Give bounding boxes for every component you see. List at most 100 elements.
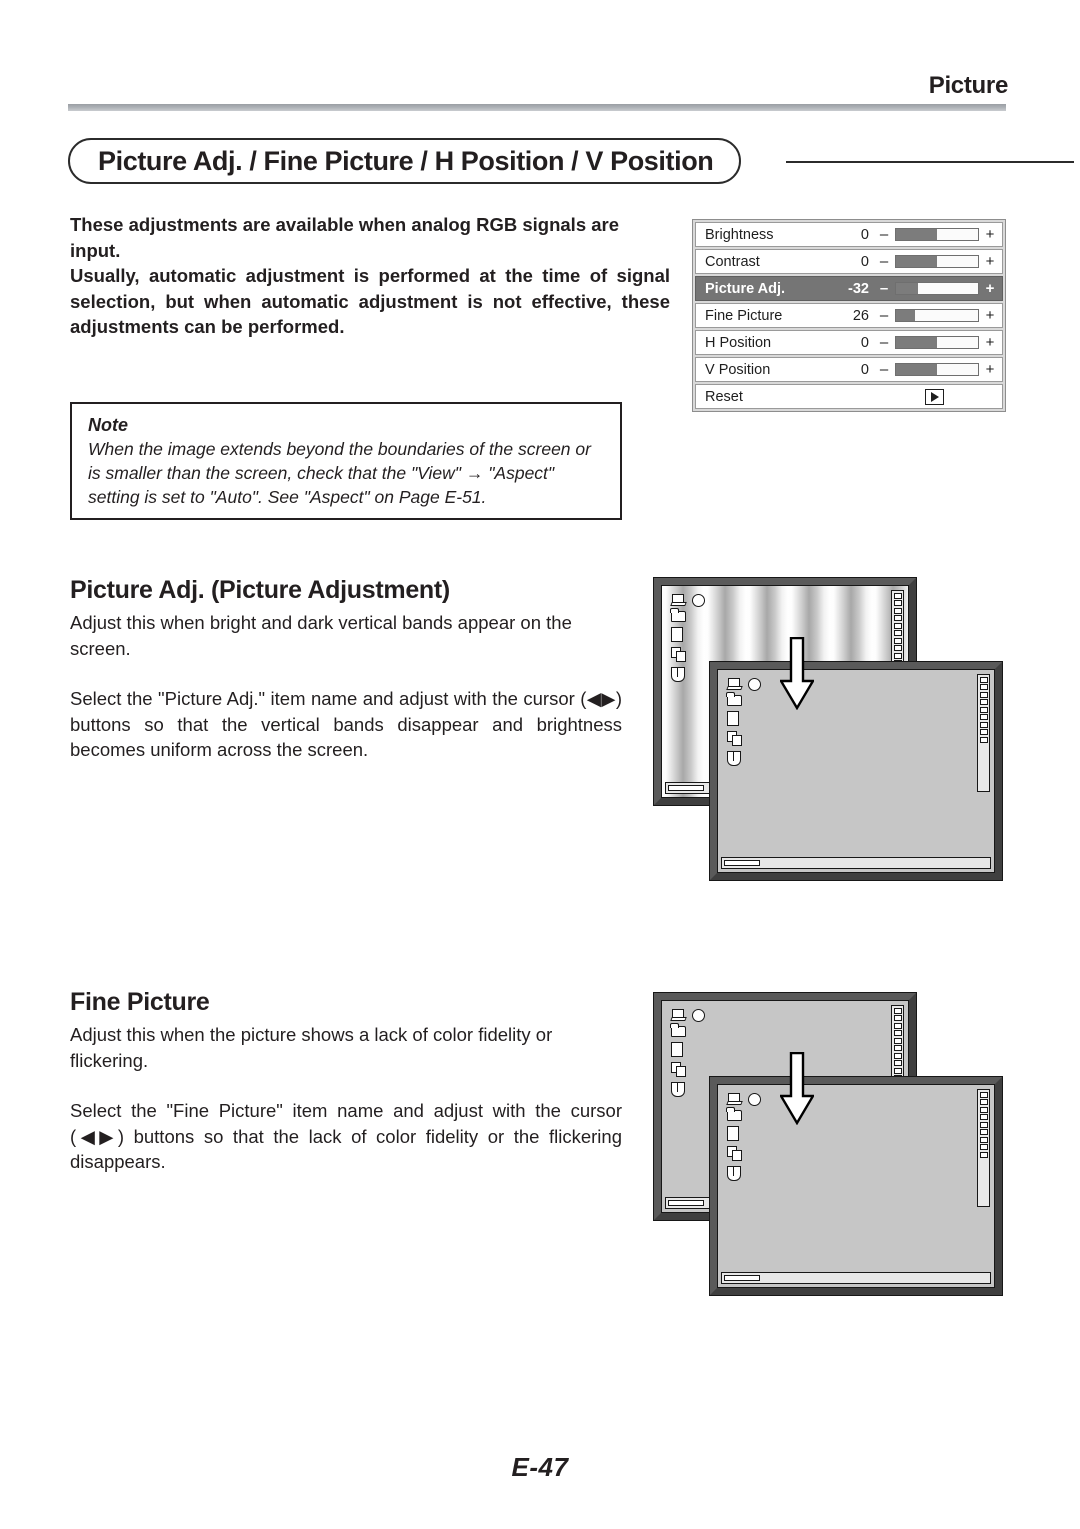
computer-icon: [726, 678, 761, 691]
osd-item-label: Reset: [705, 388, 743, 405]
scrollbar-tick: [979, 729, 988, 735]
osd-item-value: 0: [860, 334, 869, 351]
document-icon: [671, 627, 683, 642]
section-heading-fine-picture: Fine Picture: [70, 988, 210, 1016]
osd-decrease-button[interactable]: –: [878, 254, 890, 269]
triangle-right-icon: [930, 391, 939, 402]
scrollbar-tick: [979, 714, 988, 720]
osd-decrease-button[interactable]: –: [878, 362, 890, 377]
scrollbar[interactable]: [977, 1089, 990, 1207]
screen-after-content: [717, 669, 995, 873]
scrollbar-tick: [893, 630, 902, 636]
osd-item-value: 0: [860, 253, 869, 270]
osd-slider-fill: [896, 229, 937, 240]
scrollbar-tick: [893, 1007, 902, 1014]
osd-row[interactable]: Fine Picture 26– +: [695, 303, 1003, 328]
page-number: E-47: [511, 1452, 569, 1482]
osd-reset-arrow-button[interactable]: [925, 388, 944, 405]
taskbar: [721, 857, 991, 869]
section1-paragraph-2: Select the "Picture Adj." item name and …: [70, 688, 622, 760]
section-body-picture-adj: Adjust this when bright and dark vertica…: [70, 610, 622, 763]
stacked-documents-icon: [727, 1146, 743, 1161]
osd-row[interactable]: H Position 0– +: [695, 330, 1003, 355]
section-title-bar: Picture Adj. / Fine Picture / H Position…: [68, 138, 1074, 186]
osd-row[interactable]: V Position 0– +: [695, 357, 1003, 382]
scrollbar-tick: [979, 1091, 988, 1098]
osd-item-label: Fine Picture: [705, 307, 783, 324]
illustration-picture-adj: [648, 572, 1008, 884]
osd-decrease-button[interactable]: –: [878, 227, 890, 242]
osd-item-label: Brightness: [705, 226, 774, 243]
taskbar-button[interactable]: [668, 1199, 704, 1206]
scrollbar-tick: [893, 645, 902, 651]
osd-item-value: 0: [860, 361, 869, 378]
scrollbar-tick: [893, 607, 902, 614]
scrollbar-tick: [979, 1151, 988, 1158]
document-icon: [727, 711, 739, 726]
osd-slider[interactable]: [895, 363, 979, 376]
folder-icon: [670, 1023, 686, 1037]
scrollbar-tick: [979, 1114, 988, 1120]
scrollbar-tick: [979, 699, 988, 705]
circle-icon: [692, 1009, 705, 1022]
intro-text: These adjustments are available when ana…: [70, 212, 670, 340]
manual-page: Picture Picture Adj. / Fine Picture / H …: [0, 0, 1080, 1529]
taskbar-button[interactable]: [668, 784, 704, 791]
osd-increase-button[interactable]: +: [984, 227, 996, 242]
osd-increase-button[interactable]: +: [984, 308, 996, 323]
screen-after: [709, 661, 1003, 881]
computer-icon: [670, 594, 705, 607]
osd-increase-button[interactable]: +: [984, 335, 996, 350]
osd-item-label: V Position: [705, 361, 771, 378]
scrollbar-tick: [893, 1052, 902, 1059]
header-divider: [68, 104, 1006, 111]
screen-after-content: [717, 1084, 995, 1288]
scrollbar-tick: [893, 1030, 902, 1036]
osd-increase-button[interactable]: +: [984, 281, 996, 296]
osd-slider-fill: [896, 283, 919, 294]
osd-increase-button[interactable]: +: [984, 362, 996, 377]
note-title: Note: [88, 415, 128, 435]
osd-row[interactable]: Picture Adj. -32– +: [695, 276, 1003, 301]
osd-slider[interactable]: [895, 336, 979, 349]
shield-icon: [671, 667, 685, 682]
scrollbar-tick: [893, 600, 902, 606]
osd-item-label: Picture Adj.: [705, 280, 786, 297]
scrollbar-tick: [893, 622, 902, 629]
osd-row[interactable]: Contrast 0– +: [695, 249, 1003, 274]
scrollbar-tick: [979, 691, 988, 698]
chapter-label: Picture: [928, 72, 1009, 99]
osd-slider[interactable]: [895, 282, 979, 295]
osd-slider[interactable]: [895, 309, 979, 322]
osd-row[interactable]: Brightness 0– +: [695, 222, 1003, 247]
shield-icon: [727, 751, 741, 766]
osd-slider[interactable]: [895, 228, 979, 241]
osd-decrease-button[interactable]: –: [878, 281, 890, 296]
screen-after: [709, 1076, 1003, 1296]
stacked-documents-icon: [671, 1062, 687, 1077]
circle-icon: [748, 678, 761, 691]
osd-row[interactable]: Reset: [695, 384, 1003, 409]
scrollbar-tick: [979, 706, 988, 713]
desktop-icon-column: [670, 594, 711, 687]
osd-decrease-button[interactable]: –: [878, 308, 890, 323]
osd-menu: Brightness 0– + Contrast 0– + Picture Adj. -32–…: [692, 219, 1006, 412]
osd-slider[interactable]: [895, 255, 979, 268]
scrollbar-tick: [979, 736, 988, 743]
osd-increase-button[interactable]: +: [984, 254, 996, 269]
scrollbar[interactable]: [977, 674, 990, 792]
note-body: When the image extends beyond the bounda…: [88, 439, 591, 507]
osd-decrease-button[interactable]: –: [878, 335, 890, 350]
osd-item-label: Contrast: [705, 253, 760, 270]
folder-icon: [670, 608, 686, 622]
taskbar-button[interactable]: [724, 1274, 760, 1281]
stacked-documents-icon: [727, 731, 743, 746]
scrollbar-tick: [893, 1045, 902, 1051]
taskbar-button[interactable]: [724, 859, 760, 866]
scrollbar-tick: [979, 1106, 988, 1113]
osd-slider-fill: [896, 364, 937, 375]
scrollbar-tick: [979, 1136, 988, 1143]
scrollbar-tick: [893, 592, 902, 599]
osd-item-value: 26: [852, 307, 869, 324]
folder-icon: [726, 692, 742, 706]
